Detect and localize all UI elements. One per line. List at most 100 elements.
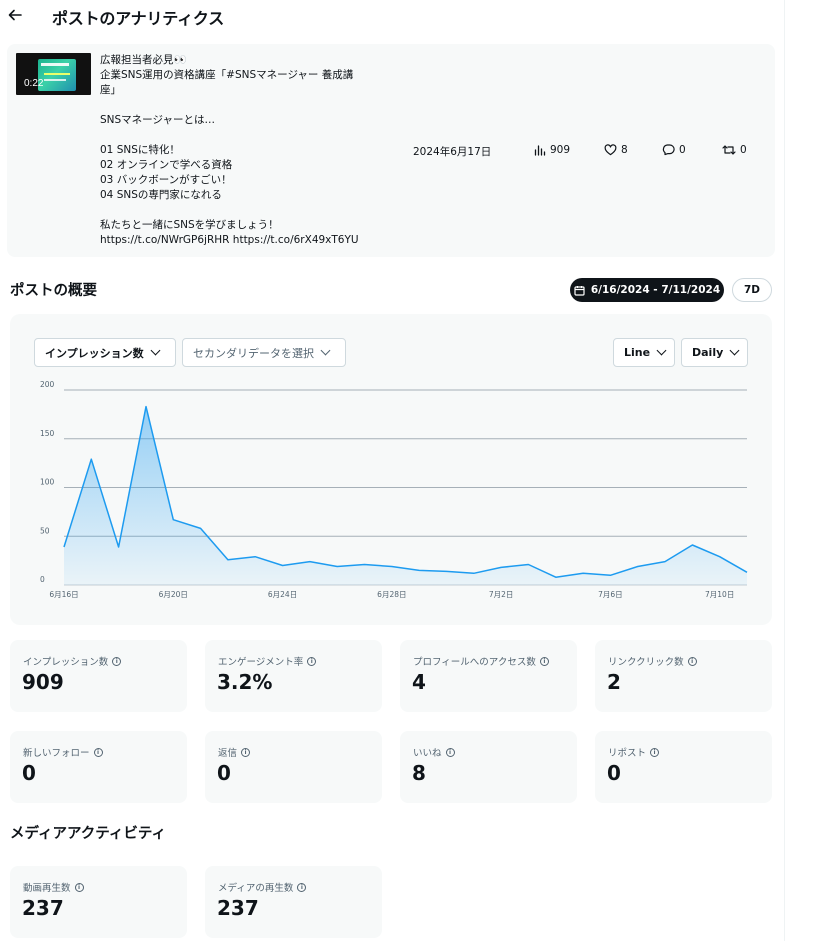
replies-count: 0 (679, 144, 686, 156)
metric-label: リポスト i (608, 745, 660, 759)
data-point (445, 570, 447, 572)
metric-label: 新しいフォロー i (23, 745, 103, 759)
data-point (718, 556, 720, 558)
back-arrow-icon[interactable] (8, 4, 28, 26)
media-activity-title: メディアアクティビティ (10, 826, 167, 842)
metric-value: 0 (217, 761, 231, 785)
metric-label-text: 新しいフォロー (23, 748, 90, 759)
reply-icon (662, 144, 675, 156)
data-point (582, 572, 584, 574)
info-icon[interactable]: i (687, 656, 697, 666)
metric-card: インプレッション数 i 909 (10, 640, 187, 712)
metric-value: 8 (412, 761, 426, 785)
data-point (281, 564, 283, 566)
metric-card: いいね i 8 (400, 731, 577, 803)
info-icon[interactable]: i (539, 656, 549, 666)
metric-label-text: エンゲージメント率 (218, 657, 304, 668)
info-icon[interactable]: i (297, 882, 307, 892)
metric-label-text: リンククリック数 (608, 657, 684, 668)
video-thumbnail[interactable]: 0:22 (16, 53, 91, 95)
x-tick-label: 7月6日 (598, 590, 623, 599)
likes-count: 8 (621, 144, 628, 156)
metric-card: エンゲージメント率 i 3.2% (205, 640, 382, 712)
metric-label: いいね i (413, 745, 455, 759)
data-point (527, 563, 529, 565)
thumbnail-decoration (41, 63, 69, 66)
page-header: ポストのアナリティクス (0, 0, 784, 32)
calendar-icon (574, 285, 585, 296)
metric-label: インプレッション数 i (23, 654, 122, 668)
data-point (172, 518, 174, 520)
data-point (473, 572, 475, 574)
metric-label-text: 動画再生数 (23, 883, 71, 894)
video-duration: 0:22 (24, 78, 44, 89)
data-point (63, 546, 65, 548)
metric-card: 返信 i 0 (205, 731, 382, 803)
metric-card: 新しいフォロー i 0 (10, 731, 187, 803)
metric-label: メディアの再生数 i (218, 880, 307, 894)
reposts-count: 0 (740, 144, 747, 156)
data-point (500, 566, 502, 568)
metric-label: リンククリック数 i (608, 654, 697, 668)
y-tick-label: 100 (40, 478, 55, 487)
repost-icon (722, 145, 736, 155)
x-tick-label: 7月2日 (489, 590, 514, 599)
replies-stat: 0 (662, 144, 686, 156)
metric-label-text: プロフィールへのアクセス数 (413, 657, 536, 668)
data-point (145, 405, 147, 407)
overview-title: ポストの概要 (10, 283, 97, 299)
y-tick-label: 50 (40, 526, 50, 535)
impressions-chart: 0 50 100 150 200 6月16日 6月20日 6月24日 6月28日 7月2日 7月6日… (40, 380, 748, 599)
y-tick-label: 0 (40, 575, 45, 584)
info-icon[interactable]: i (112, 656, 122, 666)
metric-value: 2 (607, 670, 621, 694)
page-title: ポストのアナリティクス (52, 9, 225, 28)
info-icon[interactable]: i (650, 747, 660, 757)
views-stat: 909 (534, 144, 570, 156)
series-area (64, 406, 747, 585)
metric-label-text: リポスト (608, 748, 647, 759)
right-divider (784, 0, 785, 941)
data-point (746, 571, 748, 573)
metric-label: エンゲージメント率 i (218, 654, 317, 668)
x-tick-label: 7月10日 (705, 590, 734, 599)
thumbnail-decoration (44, 73, 70, 75)
metric-value: 237 (22, 896, 64, 920)
info-icon[interactable]: i (307, 656, 317, 666)
data-point (664, 560, 666, 562)
info-icon[interactable]: i (93, 747, 103, 757)
data-point (609, 574, 611, 576)
info-icon[interactable]: i (241, 747, 251, 757)
metric-value: 0 (22, 761, 36, 785)
media-metric-card: 動画再生数 i 237 (10, 866, 187, 938)
data-point (363, 563, 365, 565)
chart-panel: インプレッション数 セカンダリデータを選択 Line Daily 0 50 100 1… (10, 314, 772, 625)
post-text: 広報担当者必見👀 企業SNS運用の資格講座「#SNSマネージャー 養成講 座」 … (100, 54, 359, 246)
metric-label-text: インプレッション数 (23, 657, 109, 668)
x-tick-label: 6月20日 (159, 590, 188, 599)
media-metric-card: メディアの再生数 i 237 (205, 866, 382, 938)
data-point (199, 527, 201, 529)
date-range-button[interactable]: 6/16/2024 - 7/11/2024 (570, 278, 724, 302)
post-card[interactable]: 0:22 広報担当者必見👀 企業SNS運用の資格講座「#SNSマネージャー 養成… (7, 44, 775, 257)
metric-label-text: メディアの再生数 (218, 883, 294, 894)
metric-label-text: いいね (413, 748, 442, 759)
data-point (227, 558, 229, 560)
metric-label: プロフィールへのアクセス数 i (413, 654, 549, 668)
views-count: 909 (550, 144, 571, 156)
metric-value: 4 (412, 670, 426, 694)
metric-value: 3.2% (217, 670, 273, 694)
data-point (117, 546, 119, 548)
bar-chart-icon (534, 145, 546, 156)
likes-stat: 8 (604, 144, 628, 156)
data-point (637, 565, 639, 567)
metric-card: プロフィールへのアクセス数 i 4 (400, 640, 577, 712)
reposts-stat: 0 (722, 144, 747, 156)
metric-card: リポスト i 0 (595, 731, 772, 803)
range-7d-button[interactable]: 7D (732, 278, 772, 302)
metric-label-text: 返信 (218, 748, 238, 759)
info-icon[interactable]: i (445, 747, 455, 757)
post-date-text: 2024年6月17日 (413, 146, 492, 158)
info-icon[interactable]: i (74, 882, 84, 892)
metric-value: 0 (607, 761, 621, 785)
